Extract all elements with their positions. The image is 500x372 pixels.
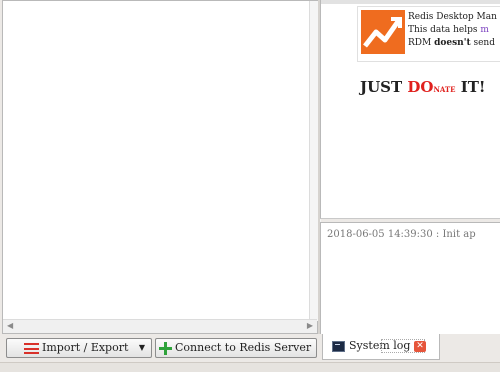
donate-part-2: DO: [407, 78, 434, 96]
donate-link[interactable]: JUST DONATE IT!: [360, 78, 485, 96]
promo-line-2-link[interactable]: m: [480, 25, 489, 35]
connections-tree-panel[interactable]: ◀ ▶: [2, 0, 321, 334]
promo-line-2-text: This data helps: [408, 25, 481, 35]
promo-box: Redis Desktop Man This data helps m RDM …: [357, 6, 500, 62]
plus-icon: [159, 342, 172, 355]
rdm-logo-icon: [361, 10, 405, 54]
welcome-top-border: [321, 0, 500, 4]
promo-line-3-bold: doesn't: [434, 38, 471, 48]
donate-part-1: JUST: [360, 78, 408, 96]
import-export-button[interactable]: Import / Export ▼: [6, 338, 152, 358]
promo-line-2: This data helps m: [408, 24, 497, 37]
welcome-panel: Redis Desktop Man This data helps m RDM …: [320, 0, 500, 219]
scroll-right-arrow-icon[interactable]: ▶: [307, 322, 313, 330]
promo-line-3: RDM doesn't send: [408, 37, 497, 50]
system-log-panel[interactable]: 2018-06-05 14:39:30 : Init ap: [320, 222, 500, 337]
import-export-label: Import / Export: [42, 341, 129, 354]
connect-label: Connect to Redis Server: [175, 341, 312, 354]
promo-line-3-prefix: RDM: [408, 38, 435, 48]
terminal-icon: [332, 341, 345, 352]
bottom-toolbar: Import / Export ▼ Connect to Redis Serve…: [0, 334, 500, 362]
promo-line-3-suffix: send: [470, 38, 495, 48]
menu-icon: [24, 343, 39, 354]
connect-to-redis-server-button[interactable]: Connect to Redis Server: [155, 338, 317, 358]
log-entry: 2018-06-05 14:39:30 : Init ap: [327, 229, 476, 240]
tab-system-log-label: System log: [349, 339, 411, 352]
tab-system-log[interactable]: System log ✕: [322, 334, 440, 360]
dropdown-arrow-icon[interactable]: ▼: [139, 339, 145, 357]
tree-horizontal-scrollbar[interactable]: ◀ ▶: [3, 319, 317, 333]
promo-line-1: Redis Desktop Man: [408, 12, 497, 22]
close-icon[interactable]: ✕: [414, 341, 426, 352]
donate-part-4: IT!: [455, 78, 486, 96]
scroll-left-arrow-icon[interactable]: ◀: [7, 322, 13, 330]
promo-text: Redis Desktop Man This data helps m RDM …: [408, 11, 497, 50]
donate-part-3: NATE: [433, 85, 456, 94]
